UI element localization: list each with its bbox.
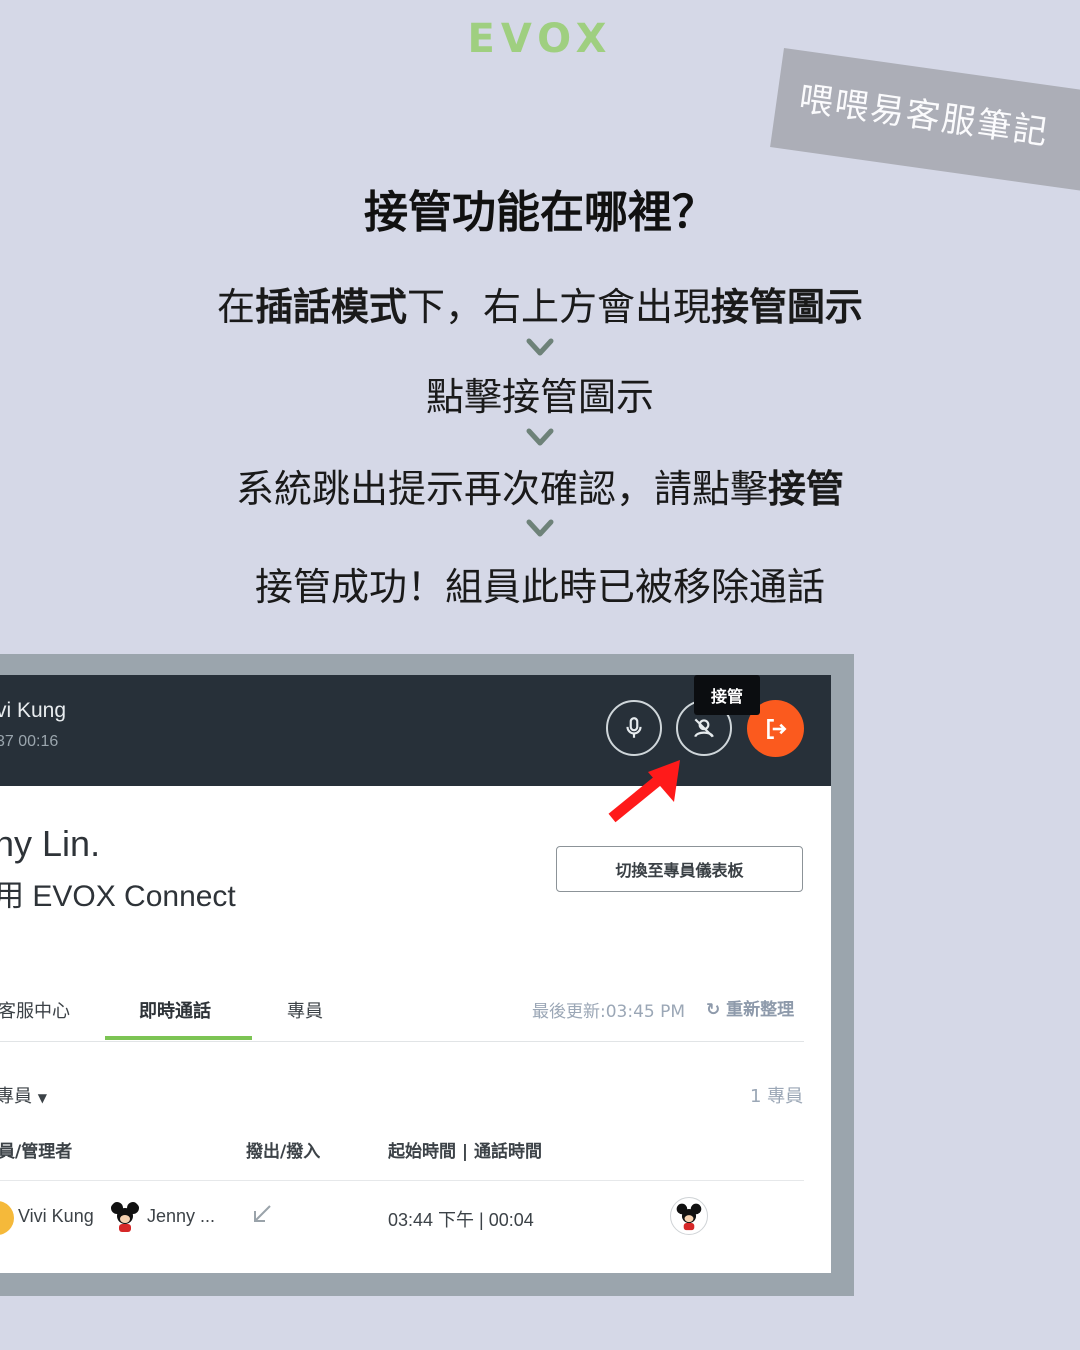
active-tab-indicator (105, 1036, 252, 1040)
agent-name: Vivi Kung (18, 1206, 94, 1226)
column-header-agent: 員/管理者 (0, 1142, 73, 1162)
step-1-part-b: 插話模式 (254, 285, 407, 329)
call-topbar: vi Kung 37 00:16 接管 (0, 675, 831, 786)
tape-label: 喂喂易客服筆記 (796, 78, 1052, 154)
evox-logo: EVOX (467, 16, 613, 62)
filter-label: 專員 (0, 1086, 32, 1107)
chevron-down-icon (526, 428, 554, 456)
welcome-subtitle: 用 EVOX Connect (0, 880, 236, 913)
caret-down-icon: ▼ (37, 1091, 47, 1105)
step-1: 在插話模式下，右上方會出現接管圖示 (0, 276, 1080, 331)
switch-dashboard-button[interactable]: 切換至專員儀表板 (556, 846, 803, 892)
red-arrow-annotation (608, 760, 680, 823)
listen-avatar-button[interactable] (670, 1197, 708, 1235)
chevron-down-icon (526, 338, 554, 366)
tab-agents[interactable]: 專員 (287, 997, 323, 1023)
step-1-part-d: 接管圖示 (711, 285, 864, 329)
step-3-part-a: 系統跳出提示再次確認，請點擊 (235, 467, 768, 511)
tab-live-calls[interactable]: 即時通話 (139, 997, 211, 1023)
page-title: 接管功能在哪裡？ (364, 187, 716, 238)
step-3-part-b: 接管 (768, 467, 845, 511)
agent-count: 1 專員 (750, 1086, 804, 1107)
call-panel: vi Kung 37 00:16 接管 ny Lin. 用 EVOX Conne… (0, 675, 831, 1273)
caller-name: vi Kung (0, 699, 67, 722)
tabs-divider (0, 1041, 804, 1042)
member-name: Jenny ... (147, 1206, 216, 1226)
refresh-icon: ↻ (706, 1000, 727, 1020)
microphone-icon (626, 717, 642, 738)
step-2: 點擊接管圖示 (425, 375, 654, 419)
agent-avatar (0, 1201, 14, 1235)
step-4: 接管成功！組員此時已被移除通話 (254, 565, 825, 609)
call-time: 03:44 下午 | 00:04 (388, 1210, 534, 1230)
step-1-part-c: 下，右上方會出現 (407, 285, 712, 329)
incoming-call-icon (250, 1202, 274, 1231)
exit-icon (766, 718, 787, 739)
column-header-direction: 撥出/撥入 (246, 1142, 321, 1162)
note-tape: 喂喂易客服筆記 (770, 48, 1080, 192)
takeover-icon (694, 718, 714, 738)
chevron-down-icon (526, 519, 554, 547)
agent-filter-dropdown[interactable]: 專員 ▼ (0, 1082, 47, 1108)
call-timer: 37 00:16 (0, 733, 59, 750)
refresh-label: 重新整理 (726, 1000, 795, 1020)
mickey-avatar (108, 1199, 142, 1233)
step-3: 系統跳出提示再次確認，請點擊接管 (0, 458, 1080, 513)
refresh-button[interactable]: ↻ 重新整理 (706, 995, 794, 1020)
takeover-tooltip: 接管 (694, 675, 760, 715)
row-divider (0, 1180, 804, 1181)
column-header-time: 起始時間 | 通話時間 (388, 1142, 543, 1162)
microphone-button[interactable] (606, 700, 662, 756)
step-1-part-a: 在 (216, 285, 255, 329)
welcome-name: ny Lin. (0, 823, 101, 864)
last-update-text: 最後更新:03:45 PM (532, 1002, 686, 1022)
tab-service-center[interactable]: 客服中心 (0, 997, 70, 1023)
